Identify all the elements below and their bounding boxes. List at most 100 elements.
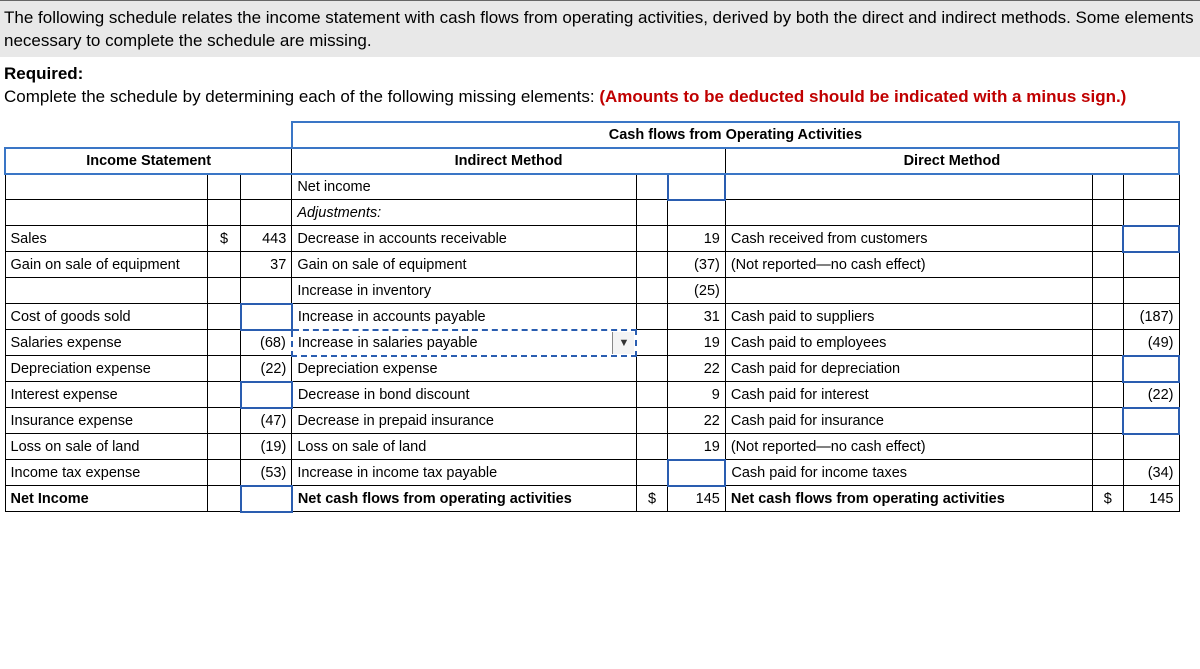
im-value-input[interactable]	[668, 460, 726, 486]
im-label: Adjustments:	[292, 200, 637, 226]
is-value-input[interactable]	[241, 382, 292, 408]
is-currency	[207, 460, 240, 486]
dm-currency	[1092, 252, 1123, 278]
dm-value-input[interactable]	[1123, 408, 1179, 434]
is-value-input[interactable]	[241, 486, 292, 512]
dm-label: (Not reported—no cash effect)	[725, 252, 1092, 278]
dropdown-value: Increase in salaries payable	[298, 335, 478, 351]
table-row: Salaries expense(68)Increase in salaries…	[5, 330, 1179, 356]
dm-currency	[1092, 330, 1123, 356]
is-label: Interest expense	[5, 382, 207, 408]
is-currency: $	[207, 226, 240, 252]
table-row: Insurance expense(47)Decrease in prepaid…	[5, 408, 1179, 434]
intro-block: The following schedule relates the incom…	[0, 0, 1200, 57]
im-value: 9	[668, 382, 726, 408]
is-currency	[207, 330, 240, 356]
dm-value-input[interactable]	[1123, 226, 1179, 252]
dm-label: Net cash flows from operating activities	[725, 486, 1092, 512]
dm-label: Cash paid for interest	[725, 382, 1092, 408]
dm-value: (49)	[1123, 330, 1179, 356]
im-value: (37)	[668, 252, 726, 278]
is-label	[5, 174, 207, 200]
im-currency	[636, 356, 667, 382]
dm-currency	[1092, 304, 1123, 330]
table-row: Interest expenseDecrease in bond discoun…	[5, 382, 1179, 408]
im-value-input[interactable]	[668, 174, 726, 200]
im-value: 145	[668, 486, 726, 512]
im-label: Depreciation expense	[292, 356, 637, 382]
dm-label	[725, 278, 1092, 304]
dm-value	[1123, 434, 1179, 460]
im-currency	[636, 174, 667, 200]
dm-currency	[1092, 174, 1123, 200]
im-label: Net income	[292, 174, 637, 200]
table-row: Depreciation expense(22)Depreciation exp…	[5, 356, 1179, 382]
is-value	[241, 200, 292, 226]
table-row: Loss on sale of land(19)Loss on sale of …	[5, 434, 1179, 460]
im-label: Increase in income tax payable	[292, 460, 637, 486]
im-label: Increase in accounts payable	[292, 304, 637, 330]
sub-header-row: Income Statement Indirect Method Direct …	[5, 148, 1179, 174]
is-currency	[207, 486, 240, 512]
im-label: Decrease in accounts receivable	[292, 226, 637, 252]
dm-value: (22)	[1123, 382, 1179, 408]
is-label: Sales	[5, 226, 207, 252]
dm-currency	[1092, 408, 1123, 434]
dm-label: Cash paid for insurance	[725, 408, 1092, 434]
im-label: Gain on sale of equipment	[292, 252, 637, 278]
dm-currency	[1092, 278, 1123, 304]
im-label: Net cash flows from operating activities	[292, 486, 637, 512]
is-label: Salaries expense	[5, 330, 207, 356]
dm-value-input[interactable]	[1123, 356, 1179, 382]
is-label: Income tax expense	[5, 460, 207, 486]
is-value-input[interactable]	[241, 304, 292, 330]
header-income-statement: Income Statement	[5, 148, 292, 174]
header-direct-method: Direct Method	[725, 148, 1179, 174]
dm-currency	[1092, 200, 1123, 226]
is-label: Net Income	[5, 486, 207, 512]
is-currency	[207, 382, 240, 408]
is-label	[5, 278, 207, 304]
im-currency	[636, 278, 667, 304]
im-value: 22	[668, 356, 726, 382]
im-label: Decrease in prepaid insurance	[292, 408, 637, 434]
im-value: 31	[668, 304, 726, 330]
intro-text: The following schedule relates the incom…	[4, 8, 1194, 50]
im-currency	[636, 434, 667, 460]
im-label-dropdown[interactable]: Increase in salaries payable ▼	[292, 330, 637, 356]
im-label: Loss on sale of land	[292, 434, 637, 460]
im-value: 22	[668, 408, 726, 434]
schedule-table: Cash flows from Operating Activities Inc…	[4, 121, 1180, 513]
super-header-row: Cash flows from Operating Activities	[5, 122, 1179, 148]
im-currency	[636, 330, 667, 356]
is-label	[5, 200, 207, 226]
im-value: 19	[668, 226, 726, 252]
is-currency	[207, 174, 240, 200]
table-row: Gain on sale of equipment37Gain on sale …	[5, 252, 1179, 278]
is-currency	[207, 408, 240, 434]
im-label: Increase in inventory	[292, 278, 637, 304]
table-row: Net Income Net cash flows from operating …	[5, 486, 1179, 512]
is-currency	[207, 434, 240, 460]
is-label: Cost of goods sold	[5, 304, 207, 330]
table-row: Cost of goods sold Increase in accounts p…	[5, 304, 1179, 330]
is-currency	[207, 278, 240, 304]
required-label: Required:	[4, 64, 83, 83]
im-value: 19	[668, 434, 726, 460]
table-row: Net income	[5, 174, 1179, 200]
table-row: Income tax expense(53)Increase in income…	[5, 460, 1179, 486]
im-value: 19	[668, 330, 726, 356]
dm-currency	[1092, 226, 1123, 252]
dm-label: Cash paid to suppliers	[725, 304, 1092, 330]
is-value: (47)	[241, 408, 292, 434]
required-block: Required: Complete the schedule by deter…	[0, 57, 1200, 111]
dm-currency	[1092, 356, 1123, 382]
dm-currency	[1092, 382, 1123, 408]
dm-label	[725, 174, 1092, 200]
dm-value: 145	[1123, 486, 1179, 512]
im-currency	[636, 304, 667, 330]
super-header: Cash flows from Operating Activities	[292, 122, 1179, 148]
chevron-down-icon[interactable]: ▼	[612, 332, 634, 354]
table-row: Sales$443Decrease in accounts receivable…	[5, 226, 1179, 252]
dm-label: Cash paid for income taxes	[725, 460, 1092, 486]
